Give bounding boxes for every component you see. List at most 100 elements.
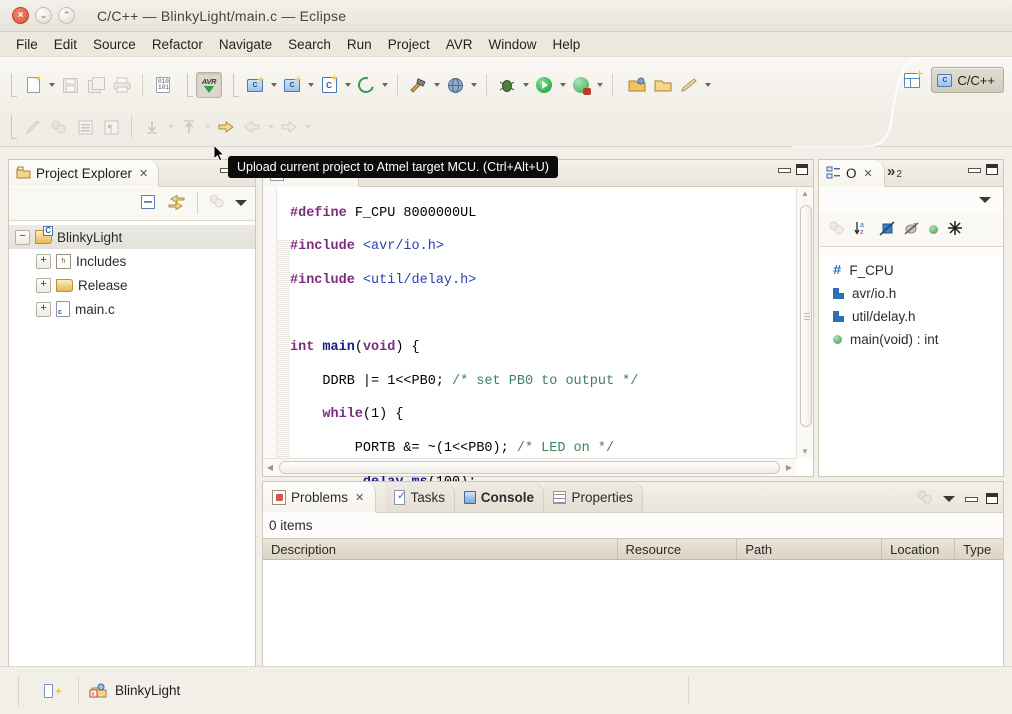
build-config-button[interactable] bbox=[442, 72, 468, 98]
view-menu-button[interactable] bbox=[235, 200, 247, 206]
open-perspective-button[interactable] bbox=[899, 67, 925, 93]
profile-button[interactable] bbox=[568, 72, 594, 98]
menu-project[interactable]: Project bbox=[380, 35, 438, 54]
menu-navigate[interactable]: Navigate bbox=[211, 35, 280, 54]
column-header-resource[interactable]: Resource bbox=[618, 539, 738, 559]
refresh-button[interactable] bbox=[209, 194, 225, 212]
next-annotation-button[interactable] bbox=[176, 114, 202, 140]
new-wizard-dropdown[interactable] bbox=[46, 72, 57, 98]
expander-icon[interactable]: + bbox=[36, 254, 51, 269]
build-config-dropdown[interactable] bbox=[468, 72, 479, 98]
menu-refactor[interactable]: Refactor bbox=[144, 35, 211, 54]
new-c-folder-dropdown[interactable] bbox=[305, 72, 316, 98]
new-c-class-dropdown[interactable] bbox=[268, 72, 279, 98]
annotation-dropdown[interactable] bbox=[702, 72, 713, 98]
minimize-window-button[interactable]: ⌄ bbox=[35, 7, 52, 24]
open-element-dropdown[interactable] bbox=[379, 72, 390, 98]
new-c-file-dropdown[interactable] bbox=[342, 72, 353, 98]
tab-project-explorer[interactable]: Project Explorer ✕ bbox=[9, 160, 159, 187]
maximize-window-button[interactable]: ⌃ bbox=[58, 7, 75, 24]
last-edit-location-button[interactable] bbox=[213, 114, 239, 140]
maximize-view-icon[interactable] bbox=[986, 164, 998, 175]
outline-item-f-cpu[interactable]: # F_CPU bbox=[819, 259, 1003, 282]
previous-annotation-button[interactable] bbox=[139, 114, 165, 140]
close-icon[interactable]: ✕ bbox=[355, 491, 364, 504]
menu-run[interactable]: Run bbox=[339, 35, 380, 54]
forward-button[interactable] bbox=[276, 114, 302, 140]
new-wizard-button[interactable] bbox=[20, 72, 46, 98]
maximize-view-icon[interactable] bbox=[986, 493, 998, 504]
column-header-location[interactable]: Location bbox=[882, 539, 955, 559]
close-icon[interactable]: ✕ bbox=[864, 167, 873, 180]
hide-static-button[interactable]: s bbox=[904, 221, 920, 239]
toolbar-grip[interactable] bbox=[8, 72, 17, 98]
menu-avr[interactable]: AVR bbox=[438, 35, 481, 54]
debug-button[interactable] bbox=[494, 72, 520, 98]
menu-help[interactable]: Help bbox=[545, 35, 589, 54]
back-button[interactable] bbox=[239, 114, 265, 140]
expander-icon[interactable]: + bbox=[36, 278, 51, 293]
close-window-button[interactable]: × bbox=[12, 7, 29, 24]
menu-source[interactable]: Source bbox=[85, 35, 144, 54]
profile-dropdown[interactable] bbox=[594, 72, 605, 98]
save-button[interactable] bbox=[57, 72, 83, 98]
editor-hscrollbar[interactable]: ◀ ▶ bbox=[263, 458, 796, 476]
tab-outline[interactable]: O ✕ bbox=[819, 160, 885, 187]
previous-annotation-dropdown[interactable] bbox=[165, 114, 176, 140]
link-with-editor-button[interactable] bbox=[167, 194, 186, 213]
sort-button[interactable]: a z bbox=[854, 220, 870, 239]
problems-filters-button[interactable] bbox=[917, 490, 933, 507]
editor-vscrollbar[interactable]: ▲ ▼ bbox=[796, 187, 813, 458]
binary-file-button[interactable]: 010101 bbox=[150, 72, 176, 98]
editor-marker-ruler[interactable] bbox=[263, 187, 277, 458]
hide-fields-button[interactable] bbox=[879, 221, 895, 239]
view-menu-button[interactable] bbox=[979, 197, 991, 203]
run-button[interactable] bbox=[531, 72, 557, 98]
hide-non-public-button[interactable] bbox=[929, 225, 938, 234]
toolbar-grip-4[interactable] bbox=[8, 114, 17, 140]
focus-active-task-button[interactable] bbox=[829, 221, 845, 238]
tab-tasks[interactable]: Tasks bbox=[385, 482, 455, 513]
run-dropdown[interactable] bbox=[557, 72, 568, 98]
open-element-button[interactable] bbox=[353, 72, 379, 98]
debug-dropdown[interactable] bbox=[520, 72, 531, 98]
menu-window[interactable]: Window bbox=[480, 35, 544, 54]
forward-dropdown[interactable] bbox=[302, 114, 313, 140]
back-dropdown[interactable] bbox=[265, 114, 276, 140]
collapse-all-button[interactable] bbox=[140, 194, 157, 213]
menu-edit[interactable]: Edit bbox=[46, 35, 85, 54]
maximize-editor-icon[interactable] bbox=[796, 164, 808, 175]
tab-console[interactable]: Console bbox=[455, 482, 544, 513]
minimize-view-icon[interactable] bbox=[968, 165, 979, 174]
tab-problems[interactable]: Problems ✕ bbox=[263, 482, 376, 513]
view-menu-button[interactable] bbox=[943, 496, 955, 502]
editor-folding-ruler[interactable] bbox=[277, 187, 290, 458]
expander-icon[interactable]: + bbox=[36, 302, 51, 317]
perspective-c-cpp-button[interactable]: C C/C++ bbox=[931, 67, 1004, 93]
tree-item-blinkylight[interactable]: − BlinkyLight bbox=[9, 225, 255, 249]
expander-icon[interactable]: − bbox=[15, 230, 30, 245]
save-all-button[interactable] bbox=[83, 72, 109, 98]
avr-upload-button[interactable]: AVR bbox=[196, 72, 222, 98]
minimize-editor-icon[interactable] bbox=[778, 165, 789, 174]
vscrollbar-thumb[interactable] bbox=[800, 205, 812, 427]
toolbar-grip-2[interactable] bbox=[184, 72, 193, 98]
tab-overflow-indicator[interactable]: » 2 bbox=[887, 163, 902, 180]
new-c-file-button[interactable]: C bbox=[316, 72, 342, 98]
outline-item-main[interactable]: main(void) : int bbox=[819, 328, 1003, 351]
menu-file[interactable]: File bbox=[8, 35, 46, 54]
open-folder-2-button[interactable] bbox=[650, 72, 676, 98]
minimize-view-icon[interactable] bbox=[965, 494, 976, 503]
build-dropdown[interactable] bbox=[431, 72, 442, 98]
comment-toggle-button[interactable] bbox=[20, 114, 46, 140]
tree-item-main-c[interactable]: + c main.c bbox=[9, 297, 255, 321]
open-folder-button[interactable] bbox=[624, 72, 650, 98]
new-c-folder-button[interactable]: C bbox=[279, 72, 305, 98]
build-button[interactable] bbox=[405, 72, 431, 98]
block-select-button[interactable] bbox=[72, 114, 98, 140]
toolbar-grip-3[interactable] bbox=[230, 72, 239, 98]
menu-search[interactable]: Search bbox=[280, 35, 339, 54]
refresh-view-button[interactable] bbox=[46, 114, 72, 140]
outline-item-util-delay[interactable]: util/delay.h bbox=[819, 305, 1003, 328]
tab-properties[interactable]: Properties bbox=[544, 482, 643, 513]
